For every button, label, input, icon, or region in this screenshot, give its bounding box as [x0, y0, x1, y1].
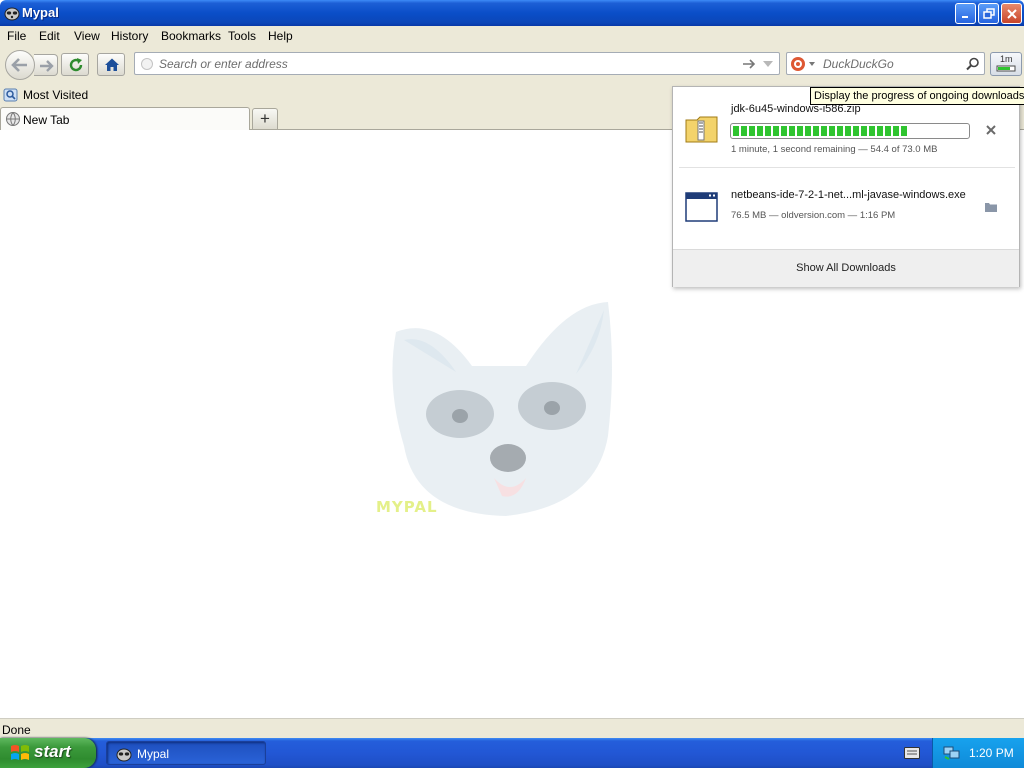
address-bar[interactable] — [134, 52, 780, 75]
clock[interactable]: 1:20 PM — [969, 746, 1014, 760]
open-folder-icon[interactable] — [984, 201, 998, 213]
mypal-wordmark: MYPAL — [376, 498, 438, 516]
show-all-downloads-button[interactable]: Show All Downloads — [673, 249, 1019, 287]
network-icon[interactable] — [943, 745, 961, 761]
menu-bar: File Edit View History Bookmarks Tools H… — [0, 26, 1024, 46]
keyboard-icon[interactable] — [904, 747, 920, 759]
back-button[interactable] — [5, 50, 35, 80]
start-button[interactable]: start — [0, 738, 96, 768]
menu-edit[interactable]: Edit — [39, 29, 60, 43]
download-progress-bar — [730, 123, 970, 139]
menu-bookmarks[interactable]: Bookmarks — [161, 29, 221, 43]
raccoon-app-icon — [4, 7, 20, 21]
search-icon[interactable] — [966, 57, 980, 71]
close-button[interactable] — [1001, 3, 1022, 24]
menu-file[interactable]: File — [7, 29, 26, 43]
bookmark-label: Most Visited — [23, 88, 89, 102]
cancel-download-icon[interactable] — [985, 124, 997, 136]
new-tab-button[interactable]: + — [252, 108, 278, 129]
close-icon — [1007, 9, 1017, 19]
start-label: start — [34, 742, 71, 761]
restore-button[interactable] — [978, 3, 999, 24]
reload-button[interactable] — [61, 53, 89, 76]
window-title: Mypal — [22, 5, 59, 20]
menu-history[interactable]: History — [111, 29, 148, 43]
forward-arrow-icon — [40, 60, 54, 72]
download-status: 76.5 MB — oldversion.com — 1:16 PM — [731, 210, 896, 221]
address-input[interactable] — [157, 55, 737, 72]
dropdown-arrow-icon[interactable] — [762, 59, 774, 71]
menu-help[interactable]: Help — [268, 29, 293, 43]
download-item[interactable]: netbeans-ide-7-2-1-net...ml-javase-windo… — [673, 168, 1019, 248]
window-titlebar[interactable]: Mypal — [0, 0, 1024, 26]
download-time-remaining: 1m — [1000, 54, 1013, 64]
tab-label: New Tab — [23, 113, 70, 127]
status-bar: Done — [0, 718, 1024, 738]
taskbar-item-label: Mypal — [137, 747, 170, 761]
download-status: 1 minute, 1 second remaining — 54.4 of 7… — [731, 144, 938, 155]
system-tray: 1:20 PM — [932, 738, 1024, 768]
globe-icon — [6, 112, 20, 126]
home-button[interactable] — [97, 53, 125, 76]
restore-icon — [983, 8, 995, 19]
show-all-downloads-label: Show All Downloads — [796, 262, 896, 274]
most-visited-folder-icon — [3, 88, 18, 102]
bookmark-most-visited[interactable]: Most Visited — [3, 87, 88, 106]
taskbar: start Mypal 1:20 PM — [0, 738, 1024, 768]
plus-icon: + — [260, 109, 270, 128]
reload-icon — [69, 58, 83, 72]
menu-tools[interactable]: Tools — [228, 29, 256, 43]
menu-view[interactable]: View — [74, 29, 100, 43]
duckduckgo-engine-icon[interactable] — [790, 56, 816, 72]
tab-new-tab[interactable]: New Tab — [0, 107, 250, 130]
minimize-icon — [962, 16, 968, 18]
downloads-panel: jdk-6u45-windows-i586.zip 1 minute, 1 se… — [672, 86, 1020, 287]
download-filename: netbeans-ide-7-2-1-net...ml-javase-windo… — [731, 189, 966, 201]
back-arrow-icon — [11, 58, 27, 72]
exe-file-icon — [685, 192, 718, 222]
page-identity-icon — [141, 58, 153, 70]
search-input[interactable] — [821, 55, 961, 72]
download-progress-fill — [733, 126, 908, 136]
minimize-button[interactable] — [955, 3, 976, 24]
windows-logo-icon — [11, 745, 29, 760]
raccoon-logo-image — [392, 302, 612, 516]
zip-file-icon — [685, 116, 718, 143]
go-arrow-icon[interactable] — [742, 57, 756, 71]
home-icon — [105, 58, 119, 71]
downloads-tooltip: Display the progress of ongoing download… — [810, 87, 1024, 105]
downloads-button[interactable]: 1m — [990, 52, 1022, 76]
download-progress-icon — [996, 65, 1016, 72]
status-text: Done — [2, 723, 31, 737]
search-bar[interactable] — [786, 52, 985, 75]
raccoon-app-icon — [116, 748, 132, 762]
taskbar-item-mypal[interactable]: Mypal — [106, 741, 266, 765]
forward-button[interactable] — [34, 54, 58, 76]
